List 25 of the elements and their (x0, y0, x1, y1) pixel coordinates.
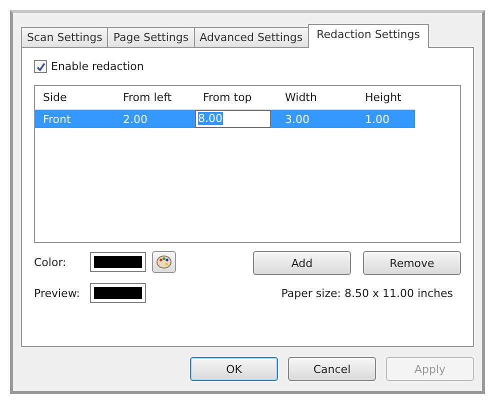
dialog-button[interactable]: Cancel (288, 357, 376, 381)
table-cell-text: 3.00 (284, 112, 310, 126)
column-header[interactable]: From top (195, 91, 277, 104)
table-cell-text: Front (42, 112, 72, 126)
column-header[interactable]: Width (277, 91, 357, 104)
preview-label: Preview: (34, 286, 81, 300)
table-cell-text: 1.00 (364, 112, 390, 126)
color-label: Color: (34, 256, 68, 268)
tab[interactable]: Scan Settings (21, 27, 108, 47)
color-swatch[interactable] (90, 252, 146, 272)
palette-button[interactable] (152, 251, 176, 273)
tab[interactable]: Advanced Settings (194, 27, 309, 47)
add-button[interactable]: Add (253, 251, 351, 275)
checkbox-label: Enable redaction (51, 60, 144, 73)
palette-icon (156, 255, 172, 269)
tab[interactable]: Page Settings (107, 27, 195, 47)
checkbox[interactable] (34, 60, 47, 73)
remove-button[interactable]: Remove (363, 251, 461, 275)
column-header[interactable]: From left (115, 91, 195, 104)
column-header[interactable]: Height (357, 91, 437, 104)
tab[interactable]: Redaction Settings (308, 24, 429, 48)
column-header[interactable]: Side (35, 91, 115, 104)
dialog-button[interactable]: OK (190, 357, 278, 381)
table-cell-text: 2.00 (122, 112, 148, 126)
paper-size-text: Paper size: 8.50 x 11.00 inches (281, 287, 453, 300)
